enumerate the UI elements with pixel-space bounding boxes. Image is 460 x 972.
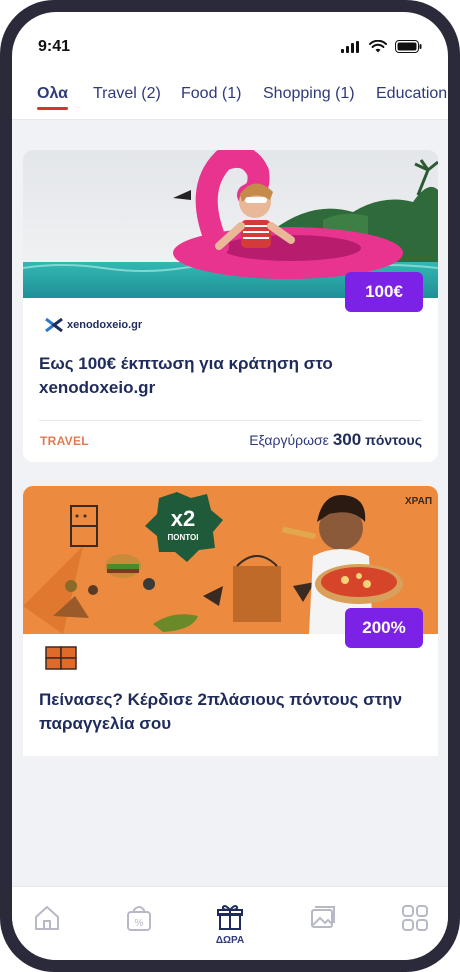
offer-card[interactable]: 100€ xenodoxeio.gr Εως 100€ έκπτωση για …: [23, 150, 438, 462]
promo-points-text: ΠΟΝΤΟΙ: [168, 533, 199, 542]
status-bar: 9:41: [12, 12, 448, 72]
tab-travel[interactable]: Travel (2): [93, 85, 161, 103]
offer-category: TRAVEL: [40, 434, 89, 448]
card-divider: [39, 420, 422, 421]
status-time: 9:41: [38, 38, 71, 55]
points-unit: πόντους: [365, 432, 422, 448]
offer-title: Πείνασες? Κέρδισε 2πλάσιους πόντους στην…: [39, 690, 403, 733]
app-screen: 9:41 Ολα Travel (2) Food (1) Shopping (1…: [12, 12, 448, 960]
promo-x2-text: x2: [171, 506, 195, 531]
nav-gifts-label: ΔΩΡΑ: [215, 935, 245, 946]
brand-logo: xenodoxeio.gr: [45, 318, 142, 332]
bonus-badge: 200%: [345, 608, 423, 648]
svg-text:ΧΡΑΠ: ΧΡΑΠ: [405, 496, 432, 507]
wifi-icon: [369, 40, 387, 53]
phone-frame: 9:41 Ολα Travel (2) Food (1) Shopping (1…: [0, 0, 460, 972]
tab-all[interactable]: Ολα: [37, 85, 68, 110]
tab-shopping[interactable]: Shopping (1): [263, 85, 355, 103]
home-icon: [35, 906, 59, 930]
gift-icon: [217, 905, 243, 930]
category-tabs: Ολα Travel (2) Food (1) Shopping (1) Edu…: [12, 76, 448, 120]
nav-home[interactable]: [22, 903, 72, 953]
brand-name: xenodoxeio.gr: [67, 319, 143, 331]
status-icons: [341, 40, 422, 53]
points-prefix: Εξαργύρωσε: [249, 432, 329, 448]
grid-icon: [402, 905, 428, 931]
tab-education[interactable]: Education: [376, 85, 447, 103]
brand-mark-icon: [45, 318, 63, 332]
offer-title: Εως 100€ έκπτωση για κράτηση στο xenodox…: [39, 354, 333, 397]
discount-badge: 100€: [345, 272, 423, 312]
battery-icon: [395, 40, 422, 53]
nav-offers[interactable]: %: [114, 903, 164, 953]
tab-food[interactable]: Food (1): [181, 85, 241, 103]
brand-logo-box: [45, 646, 77, 670]
redeem-points: Εξαργύρωσε 300 πόντους: [249, 430, 422, 450]
nav-gifts[interactable]: ΔΩΡΑ: [205, 903, 255, 953]
offer-card[interactable]: x2 ΠΟΝΤΟΙ ΧΡΑΠ 200% Πείνασες? Κέρδισε 2π…: [23, 486, 438, 756]
signal-icon: [341, 41, 359, 53]
discount-bag-icon: %: [127, 906, 151, 931]
nav-gallery[interactable]: [298, 903, 348, 953]
nav-more[interactable]: [390, 903, 440, 953]
points-value: 300: [332, 430, 362, 449]
offers-feed: 100€ xenodoxeio.gr Εως 100€ έκπτωση για …: [12, 120, 448, 896]
svg-text:%: %: [135, 918, 144, 929]
bottom-nav: % ΔΩΡΑ: [12, 886, 448, 960]
gallery-icon: [311, 906, 335, 928]
